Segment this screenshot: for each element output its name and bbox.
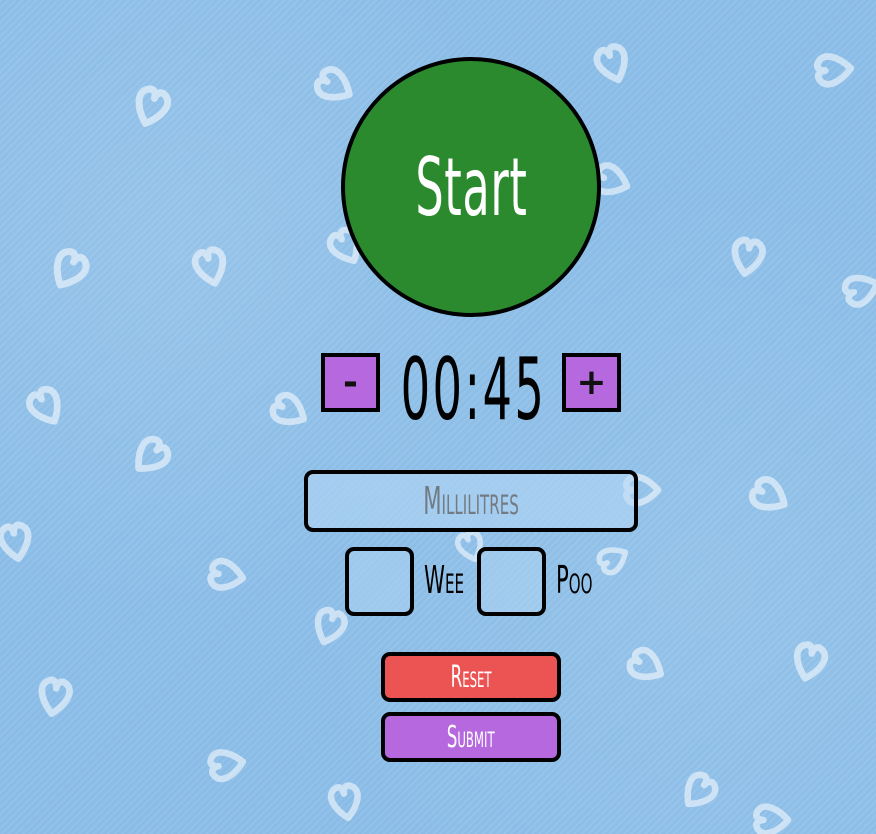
wee-label-text: Wee [424, 558, 464, 602]
reset-button[interactable]: Reset [381, 652, 561, 702]
reset-button-label: Reset [450, 659, 492, 695]
wee-checkbox[interactable] [345, 547, 414, 616]
poo-label-text: Poo [556, 558, 593, 602]
start-button-label: Start [414, 140, 528, 234]
submit-button-label: Submit [447, 719, 495, 755]
poo-checkbox[interactable] [477, 547, 546, 616]
millilitres-input[interactable] [304, 470, 638, 532]
start-button[interactable]: Start [341, 57, 601, 317]
poo-label: Poo [556, 555, 615, 605]
decrease-time-button[interactable]: - [321, 353, 380, 412]
submit-button[interactable]: Submit [381, 712, 561, 762]
minus-icon: - [343, 361, 358, 403]
increase-time-button[interactable]: + [562, 353, 621, 412]
timer-value: 00:45 [400, 340, 546, 440]
plus-icon: + [576, 361, 607, 403]
timer-display: 00:45 [378, 340, 568, 440]
